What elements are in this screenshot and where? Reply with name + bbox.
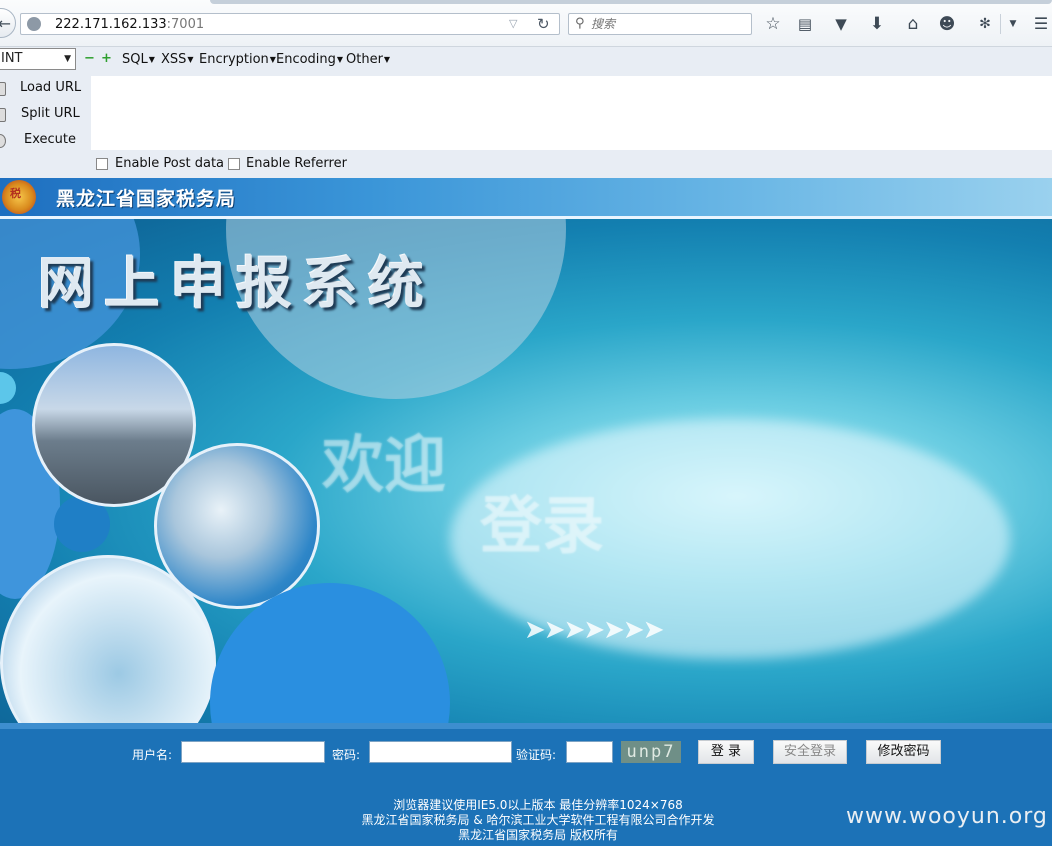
back-button[interactable]: ← (0, 8, 16, 38)
bookmark-star-icon[interactable]: ☆ (762, 13, 784, 35)
chat-icon[interactable]: ☻ (936, 13, 958, 35)
welcome-banner: 网上申报系统 欢迎 登录 ➤➤➤➤➤➤➤ (0, 219, 1052, 723)
execute-button[interactable]: Execute (24, 132, 76, 147)
banner-dot (0, 372, 16, 404)
menu-icon[interactable]: ☰ (1030, 13, 1052, 35)
decrease-icon[interactable]: − (84, 51, 95, 66)
toolbar-separator (1000, 14, 1001, 34)
download-icon[interactable]: ⬇ (866, 13, 888, 35)
extension-dropdown-icon[interactable]: ▼ (1002, 13, 1024, 35)
watermark: www.wooyun.org (846, 804, 1048, 829)
tax-emblem-icon: 税 (2, 180, 36, 214)
captcha-image[interactable]: unp7 (621, 741, 681, 763)
captcha-input[interactable] (566, 741, 613, 763)
agency-title: 黑龙江省国家税务局 (56, 188, 237, 210)
arrows-decoration-icon: ➤➤➤➤➤➤➤ (524, 615, 664, 645)
welcome-text: 欢迎 (322, 428, 447, 501)
password-input[interactable] (369, 741, 512, 763)
reload-icon[interactable]: ↻ (537, 15, 550, 33)
extension-icon[interactable]: ✻ (974, 13, 996, 35)
split-url-icon (0, 108, 6, 122)
search-box[interactable]: ⚲ (568, 13, 752, 35)
hackbar-select-value: INT (1, 51, 23, 66)
hackbar-menu-encoding[interactable]: Encoding▼ (276, 52, 343, 67)
login-text: 登录 (480, 489, 605, 562)
address-bar[interactable]: 222.171.162.133:7001 ▽ ↻ (20, 13, 560, 35)
enable-post-data-label: Enable Post data (115, 156, 225, 171)
browser-toolbar: ← 222.171.162.133:7001 ▽ ↻ ⚲ ☆ ▤ ▼ ⬇ ⌂ ☻… (0, 0, 1052, 47)
hackbar-menu-sql[interactable]: SQL▼ (122, 52, 155, 67)
pocket-icon[interactable]: ▼ (830, 13, 852, 35)
chevron-down-icon: ▼ (64, 54, 71, 64)
back-arrow-icon: ← (0, 13, 11, 33)
reading-list-icon[interactable]: ▤ (794, 13, 816, 35)
search-icon: ⚲ (575, 16, 585, 31)
load-url-button[interactable]: Load URL (20, 80, 81, 95)
url-text: 222.171.162.133:7001 (55, 17, 205, 32)
hackbar-type-select[interactable]: INT ▼ (0, 48, 76, 70)
history-dropdown-icon[interactable]: ▽ (509, 17, 517, 30)
enable-referrer-label: Enable Referrer (246, 156, 347, 171)
captcha-label: 验证码: (516, 748, 557, 762)
tab-strip (210, 0, 1052, 4)
home-icon[interactable]: ⌂ (902, 13, 924, 35)
load-url-icon (0, 82, 6, 96)
login-button[interactable]: 登 录 (698, 740, 754, 764)
hackbar-url-textarea[interactable] (91, 76, 1052, 150)
hackbar-menu-encryption[interactable]: Encryption▼ (199, 52, 276, 67)
password-label: 密码: (332, 748, 361, 762)
hackbar-menu-xss[interactable]: XSS▼ (161, 52, 194, 67)
search-input[interactable] (591, 16, 741, 32)
change-password-button[interactable]: 修改密码 (866, 740, 941, 764)
split-url-button[interactable]: Split URL (21, 106, 80, 121)
enable-referrer-checkbox[interactable] (228, 158, 240, 170)
globe-icon (27, 17, 41, 31)
username-input[interactable] (181, 741, 325, 763)
username-label: 用户名: (132, 748, 173, 762)
secure-login-button[interactable]: 安全登录 (773, 740, 847, 764)
increase-icon[interactable]: + (101, 51, 112, 66)
enable-post-data-checkbox[interactable] (96, 158, 108, 170)
system-title: 网上申报系统 (38, 252, 434, 317)
hackbar-menu-other[interactable]: Other▼ (346, 52, 390, 67)
